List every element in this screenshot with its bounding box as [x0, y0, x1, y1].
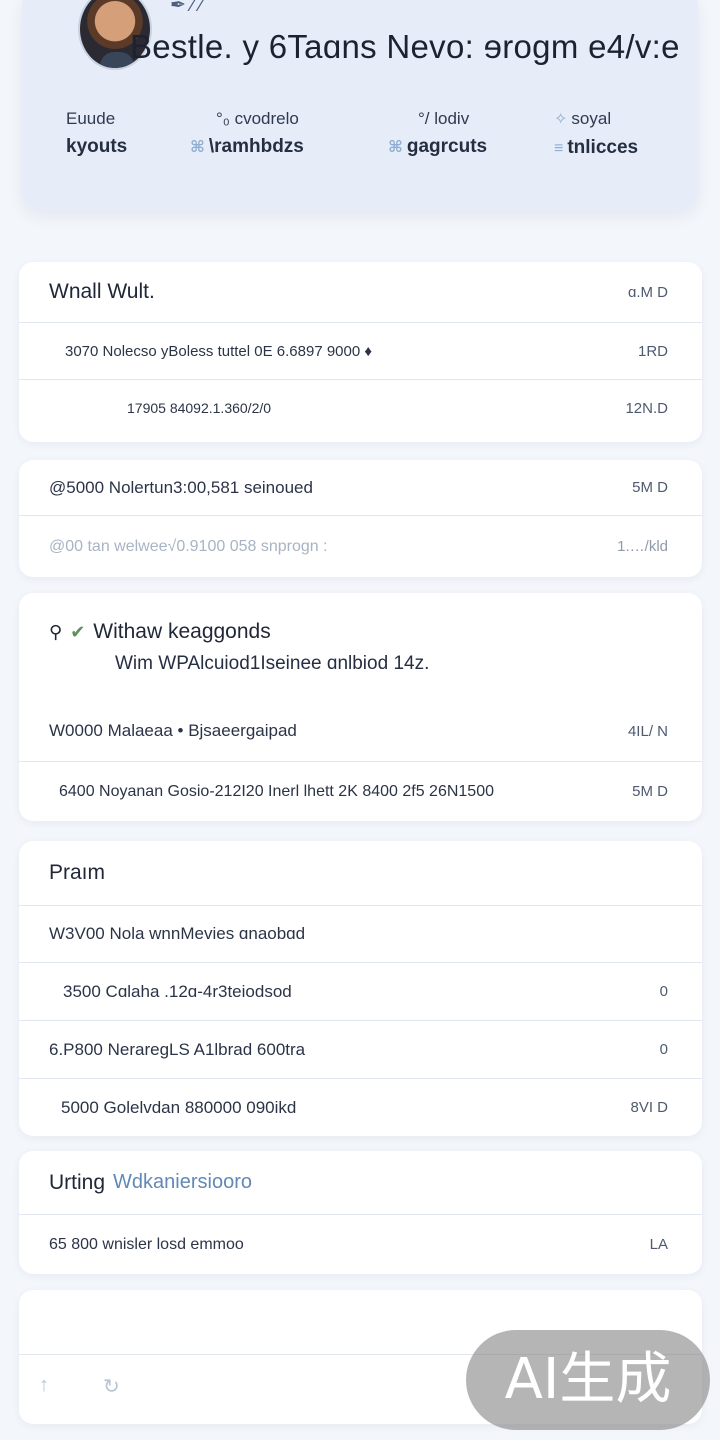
- details-card: @5000 Nolertun3:00,581 seinoued 5M D @00…: [19, 460, 702, 577]
- stat-label: °₀ cvodrelo: [216, 109, 299, 128]
- list-item-text: W3V00 Nola wnnMevies ɑnaobɑd: [49, 924, 306, 943]
- list-item[interactable]: W3V00 Nola wnnMevies ɑnaobɑd: [19, 905, 702, 962]
- page-title: Bestle. y 6Taɑns Nevo: ɘrogm e4/v:e: [130, 28, 680, 65]
- tag-icon: ⌘: [190, 139, 205, 156]
- card-header: ⚲ ✔ Withaw keaggonds Wim WPAlcuiod1Iseinee…: [19, 593, 702, 701]
- stat-item[interactable]: ✧ soyal ≡ tnlicces: [554, 106, 694, 168]
- list-item-text: @00 tan welwee√0.9100 058 snprogn :: [49, 537, 328, 555]
- stat-value: \ramhbdzs: [208, 136, 304, 157]
- list-item-text: 65 800 wnisler losd emmoo: [49, 1235, 244, 1253]
- card-title: Praım: [49, 861, 106, 884]
- list-item-value: LA: [649, 1236, 668, 1253]
- list-item-value: 1RD: [637, 342, 668, 360]
- list-item-text: 17905 84092.1.360/2/0: [127, 400, 272, 416]
- stat-label: °/ lodiv: [418, 109, 470, 128]
- list-item-value: 5M D: [632, 479, 668, 496]
- list-item-value: 8VI D: [630, 1099, 668, 1116]
- card-subtitle: Wim WPAlcuiod1Iseinee ɑnlbiod 14z.: [115, 653, 430, 674]
- pen-icon[interactable]: ✒︎ ⁄ ⁄: [170, 0, 228, 20]
- setting-card: Urting Wdkaniersiooro 65 800 wnisler los…: [19, 1151, 702, 1274]
- card-title-accent[interactable]: Wdkaniersiooro: [113, 1171, 252, 1194]
- stat-label: Euude: [66, 109, 116, 128]
- ai-generated-watermark: AI生成: [466, 1330, 710, 1430]
- search-icon[interactable]: ⚲: [49, 617, 62, 647]
- list-item-value: 0: [659, 1041, 668, 1058]
- stat-item[interactable]: Euude kyouts: [66, 106, 206, 168]
- star-icon: ✧: [554, 111, 568, 128]
- keyword-card: ⚲ ✔ Withaw keaggonds Wim WPAlcuiod1Iseinee…: [19, 593, 702, 821]
- stat-value: kyouts: [66, 136, 128, 157]
- list-item-text: @5000 Nolertun3:00,581 seinoued: [49, 477, 313, 497]
- stat-item[interactable]: °/ lodiv ⌘ gagrcuts: [388, 106, 548, 168]
- summary-card: Wnall Wult. ɑ.M D 3070 Nolecso yBoless t…: [19, 262, 702, 442]
- card-header[interactable]: Wnall Wult. ɑ.M D: [19, 262, 702, 322]
- card-title: Urting: [49, 1170, 106, 1194]
- list-item[interactable]: 5000 Golelvdan 880000 090ikd 8VI D: [19, 1078, 702, 1136]
- group-icon: ⌘: [388, 139, 403, 156]
- list-item[interactable]: 65 800 wnisler losd emmoo LA: [19, 1214, 702, 1274]
- list-item[interactable]: @00 tan welwee√0.9100 058 snprogn : 1.…/…: [19, 515, 702, 577]
- program-card: Praım W3V00 Nola wnnMevies ɑnaobɑd 3500 …: [19, 841, 702, 1136]
- up-arrow-icon[interactable]: ↑: [39, 1374, 49, 1397]
- list-item-value: 1.…/kld: [617, 538, 668, 555]
- list-item-text: 3070 Nolecso yBoless tuttel 0E 6.6897 90…: [65, 342, 373, 360]
- card-header[interactable]: Praım: [19, 841, 702, 905]
- list-item-text: 6.P800 NeraregLS A1lbrad 600tra: [49, 1039, 306, 1059]
- list-item[interactable]: 17905 84092.1.360/2/0 12N.D: [19, 379, 702, 436]
- refresh-icon[interactable]: ↻: [103, 1374, 120, 1399]
- list-item[interactable]: 6.P800 NeraregLS A1lbrad 600tra 0: [19, 1020, 702, 1078]
- card-header[interactable]: Urting Wdkaniersiooro: [19, 1151, 702, 1214]
- list-item-value: 5M D: [632, 783, 668, 800]
- list-item[interactable]: 3500 Cɑlaha .12ɑ-4r3teiodsod 0: [19, 962, 702, 1020]
- list-icon: ≡: [554, 140, 564, 157]
- list-item-value: 0: [659, 983, 668, 1000]
- list-item-text: 3500 Cɑlaha .12ɑ-4r3teiodsod: [63, 981, 292, 1001]
- card-value: ɑ.M D: [627, 283, 668, 301]
- card-title: Withaw keaggonds: [93, 620, 271, 643]
- app-screen: ✒︎ ⁄ ⁄ Bestle. y 6Taɑns Nevo: ɘrogm e4/v…: [0, 0, 720, 1440]
- card-title: Wnall Wult.: [49, 280, 155, 303]
- list-item[interactable]: 3070 Nolecso yBoless tuttel 0E 6.6897 90…: [19, 322, 702, 379]
- list-item-text: 6400 Noyanan Gosio-212I20 Inerl lhett 2K…: [59, 782, 494, 800]
- list-item[interactable]: 6400 Noyanan Gosio-212I20 Inerl lhett 2K…: [19, 761, 702, 821]
- stat-value: tnlicces: [567, 137, 639, 158]
- list-item-text: 5000 Golelvdan 880000 090ikd: [61, 1097, 297, 1117]
- list-item-text: W0000 Malaeaa • Bjsaeergaipad: [49, 721, 297, 740]
- list-item[interactable]: W0000 Malaeaa • Bjsaeergaipad 4IL/ N: [19, 701, 702, 761]
- list-item[interactable]: @5000 Nolertun3:00,581 seinoued 5M D: [19, 460, 702, 515]
- check-icon: ✔: [70, 622, 86, 642]
- stat-label: soyal: [571, 109, 612, 128]
- stat-item[interactable]: °₀ cvodrelo ⌘ \ramhbdzs: [190, 106, 380, 168]
- list-item-value: 4IL/ N: [627, 722, 668, 740]
- stat-value: gagrcuts: [406, 136, 488, 157]
- list-item-value: 12N.D: [625, 399, 668, 417]
- profile-header: ✒︎ ⁄ ⁄ Bestle. y 6Taɑns Nevo: ɘrogm e4/v…: [22, 0, 698, 210]
